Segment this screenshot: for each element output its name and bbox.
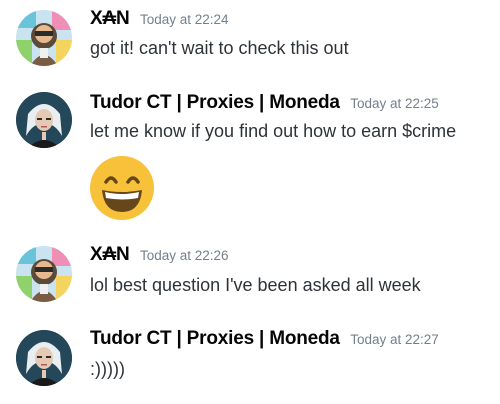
avatar-tudor[interactable] [16, 330, 72, 386]
message-text: lol best question I've been asked all we… [90, 275, 421, 295]
avatar-tudor[interactable] [16, 92, 72, 148]
message-author[interactable]: X₳N [90, 244, 130, 265]
xan-avatar-image [16, 246, 72, 302]
grinning-face-emoji-icon[interactable] [88, 154, 156, 222]
message-author[interactable]: Tudor CT | Proxies | Moneda [90, 92, 340, 113]
message-text: :))))) [90, 359, 125, 379]
message-author[interactable]: Tudor CT | Proxies | Moneda [90, 328, 340, 349]
avatar-xan[interactable] [16, 246, 72, 302]
message-text: got it! can't wait to check this out [90, 38, 349, 58]
message-text: let me know if you find out how to earn … [90, 121, 457, 141]
avatar-xan[interactable] [16, 10, 72, 66]
chat-message-list: X₳N Today at 22:24 got it! can't wait to… [0, 0, 500, 404]
message-timestamp: Today at 22:24 [139, 12, 229, 27]
message-timestamp: Today at 22:26 [139, 248, 229, 263]
xan-avatar-image [16, 10, 72, 66]
tudor-avatar-image [16, 92, 72, 148]
message-timestamp: Today at 22:27 [350, 332, 439, 347]
message-timestamp: Today at 22:25 [350, 96, 439, 111]
message-author[interactable]: X₳N [90, 8, 130, 29]
tudor-avatar-image [16, 330, 72, 386]
